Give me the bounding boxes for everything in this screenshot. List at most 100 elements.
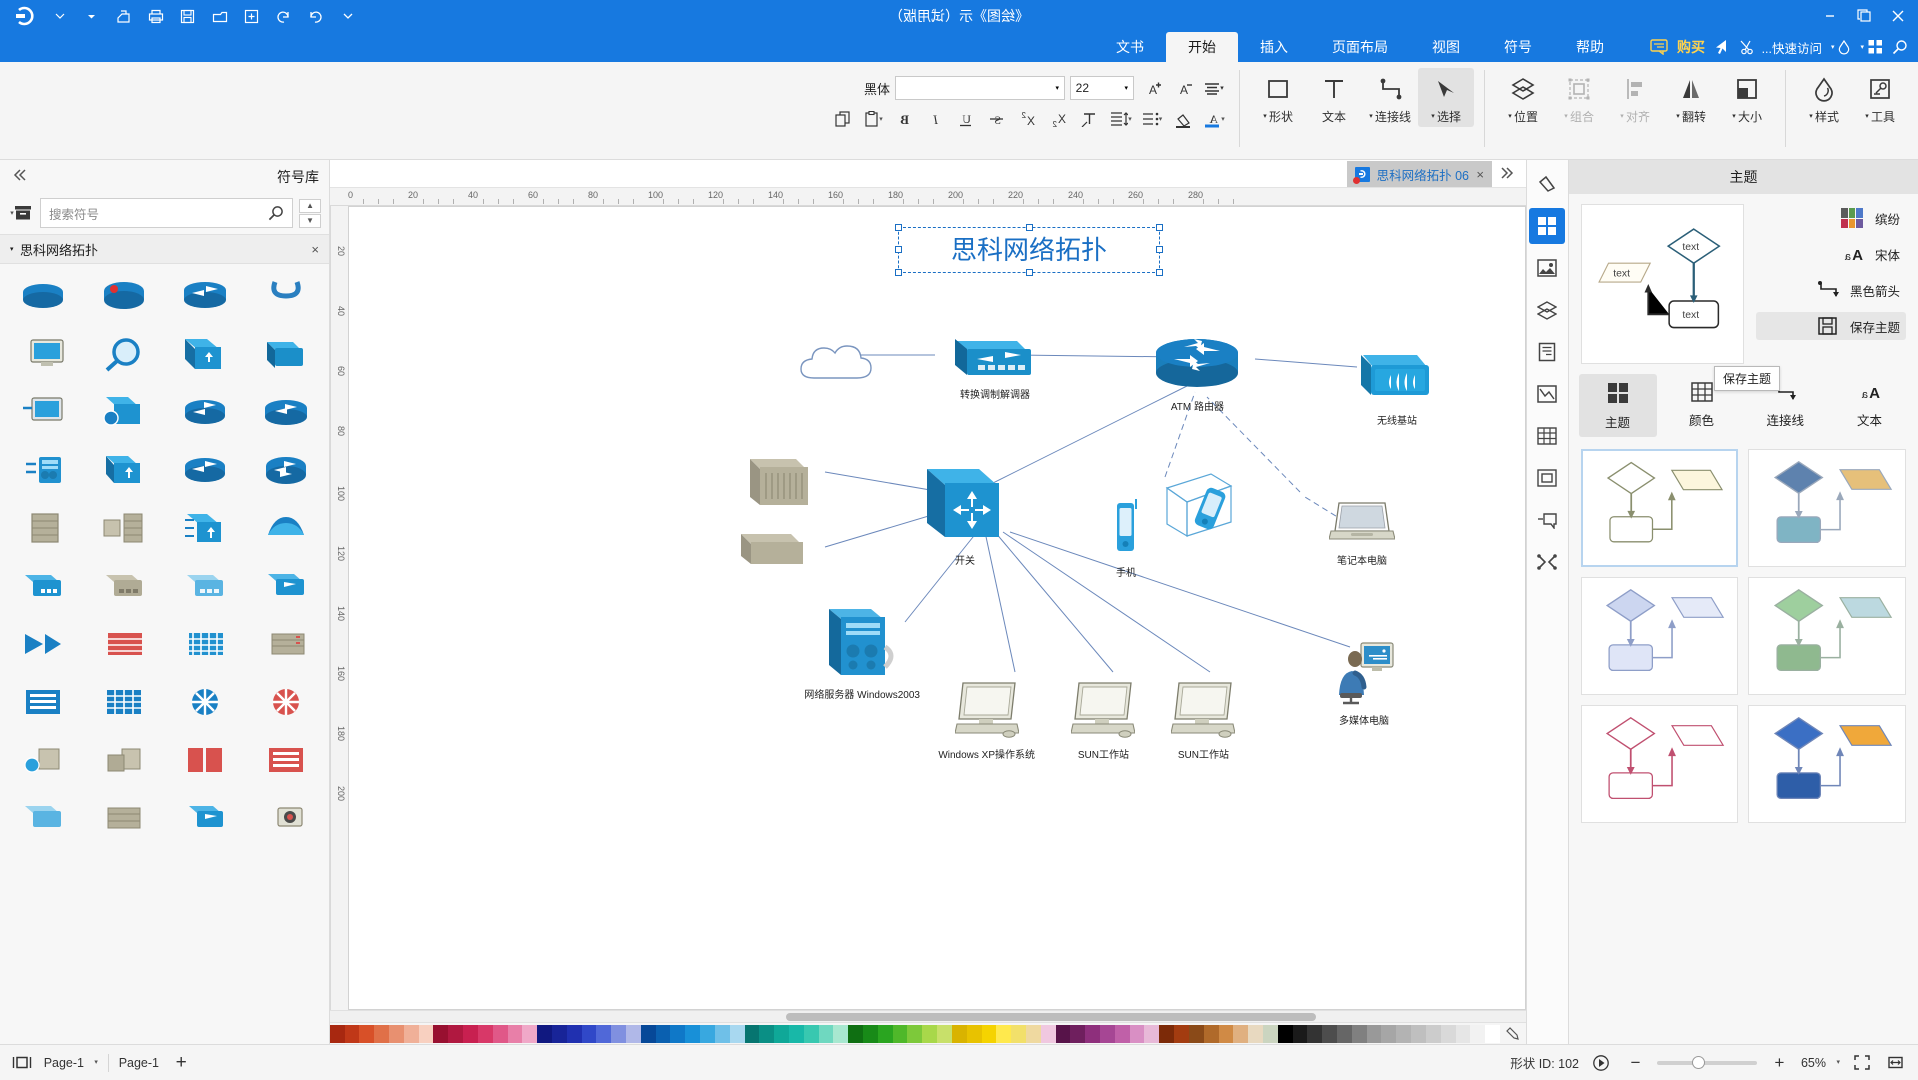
- color-swatch[interactable]: [1277, 1024, 1293, 1043]
- library-header[interactable]: × 思科网络拓扑 ▾: [0, 234, 329, 264]
- zoom-dropdown-icon[interactable]: ▾: [1836, 1059, 1840, 1066]
- list-icon[interactable]: ▾: [1139, 107, 1165, 131]
- clear-format-icon[interactable]: [1077, 107, 1103, 131]
- chevron-down-icon[interactable]: ▾: [1159, 116, 1163, 123]
- eyedropper-icon[interactable]: [1500, 1026, 1526, 1041]
- stencil-item[interactable]: [85, 734, 162, 786]
- color-swatch[interactable]: [1144, 1024, 1160, 1043]
- zoom-out-icon[interactable]: −: [1623, 1051, 1647, 1075]
- archive-icon[interactable]: ▾: [8, 205, 34, 221]
- stencil-item[interactable]: [85, 792, 162, 844]
- chevron-down-icon[interactable]: ▾: [1676, 113, 1680, 120]
- color-swatch[interactable]: [1263, 1024, 1278, 1043]
- stencil-item[interactable]: [248, 270, 325, 322]
- minimize-icon[interactable]: [1820, 6, 1840, 26]
- chevron-down-icon[interactable]: ▾: [1564, 113, 1568, 120]
- ribbon-连接线[interactable]: 连接线 ▾: [1362, 68, 1418, 127]
- diagram-node-rack1[interactable]: [748, 457, 810, 514]
- more-icon[interactable]: ...快速访问: [1762, 38, 1822, 57]
- color-swatch[interactable]: [729, 1024, 745, 1043]
- tab-插入[interactable]: 插入: [1238, 32, 1310, 62]
- scroll-thumb[interactable]: [786, 1013, 1316, 1021]
- theme-card[interactable]: [1581, 705, 1739, 823]
- title-shape[interactable]: 思科网络拓扑: [895, 224, 1163, 276]
- tab-符号[interactable]: 符号: [1482, 32, 1554, 62]
- theme-attr-缤纷[interactable]: 缤纷: [1756, 204, 1906, 232]
- print-icon[interactable]: [146, 6, 166, 26]
- search-nav-spinner[interactable]: ▲ ▼: [299, 198, 321, 228]
- stencil-item[interactable]: [167, 502, 244, 554]
- callout-icon[interactable]: [1530, 502, 1566, 538]
- fit-width-icon[interactable]: [1884, 1051, 1908, 1075]
- page-select-caret-icon[interactable]: ▾: [94, 1059, 98, 1066]
- chevron-down-icon[interactable]: ▾: [1865, 113, 1869, 120]
- customize-icon[interactable]: [338, 6, 358, 26]
- color-swatch[interactable]: [803, 1024, 819, 1043]
- color-swatch[interactable]: [1114, 1024, 1130, 1043]
- stencil-item[interactable]: [4, 270, 81, 322]
- stencil-item[interactable]: [4, 328, 81, 380]
- layers-panel-icon[interactable]: [1530, 292, 1566, 328]
- color-swatch[interactable]: [1055, 1024, 1071, 1043]
- scissors-icon[interactable]: [1737, 39, 1753, 55]
- color-swatch[interactable]: [1188, 1024, 1204, 1043]
- font-color-icon[interactable]: ▾ A: [1201, 107, 1227, 131]
- prev-page-icon[interactable]: [1589, 1051, 1613, 1075]
- theme-attr-保存主题[interactable]: 保存主题: [1756, 312, 1906, 340]
- color-swatch[interactable]: [877, 1024, 893, 1043]
- bold-icon[interactable]: B: [891, 107, 917, 131]
- eraser-icon[interactable]: [1530, 166, 1566, 202]
- close-tab-icon[interactable]: ×: [1476, 167, 1484, 182]
- chevron-down-icon[interactable]: ▾: [1369, 113, 1373, 120]
- color-swatch[interactable]: [626, 1024, 641, 1043]
- diagram-node-server[interactable]: 网络服务器 Windows2003: [804, 607, 920, 701]
- color-swatch[interactable]: [714, 1024, 730, 1043]
- color-swatch[interactable]: [774, 1024, 789, 1043]
- color-swatch[interactable]: [892, 1024, 908, 1043]
- color-swatch[interactable]: [1248, 1024, 1263, 1043]
- comment-icon[interactable]: [1649, 39, 1668, 55]
- search-icon[interactable]: [1892, 39, 1908, 55]
- stencil-item[interactable]: [248, 734, 325, 786]
- color-swatch[interactable]: [951, 1024, 967, 1043]
- color-swatch[interactable]: [1040, 1024, 1056, 1043]
- color-swatch[interactable]: [1455, 1024, 1471, 1043]
- color-swatch[interactable]: [1026, 1024, 1041, 1043]
- color-swatch[interactable]: [655, 1024, 671, 1043]
- stencil-item[interactable]: [167, 444, 244, 496]
- color-swatch[interactable]: [581, 1024, 597, 1043]
- document-tab[interactable]: × 思科网络拓扑 06: [1347, 161, 1492, 187]
- tab-视图[interactable]: 视图: [1410, 32, 1482, 62]
- undo-icon[interactable]: [274, 6, 294, 26]
- theme-card[interactable]: [1581, 577, 1739, 695]
- color-swatch[interactable]: [744, 1024, 760, 1043]
- theme-card[interactable]: [1748, 449, 1906, 567]
- color-swatch[interactable]: [907, 1024, 923, 1043]
- stencil-item[interactable]: [85, 502, 162, 554]
- diagram-node-mobile[interactable]: 手机: [1112, 497, 1140, 579]
- stencil-item[interactable]: [167, 560, 244, 612]
- diagram-node-pc1[interactable]: SUN工作站: [1170, 677, 1236, 761]
- color-swatch[interactable]: [611, 1024, 627, 1043]
- color-swatch[interactable]: [1233, 1024, 1249, 1043]
- diagram-page[interactable]: 思科网络拓扑 无线基站 ATM 路由器 转换调制解调器 笔记本电脑 手机 开关 …: [348, 206, 1526, 1010]
- ribbon-文本[interactable]: 文本: [1306, 68, 1362, 127]
- shuffle-icon[interactable]: [1530, 544, 1566, 580]
- stencil-item[interactable]: [248, 444, 325, 496]
- diagram-node-rack2[interactable]: [739, 532, 805, 575]
- italic-icon[interactable]: I: [922, 107, 948, 131]
- color-swatch[interactable]: [759, 1024, 775, 1043]
- color-swatch[interactable]: [1411, 1024, 1426, 1043]
- diagram-node-coreswitch[interactable]: 开关: [925, 467, 1005, 567]
- chevron-down-icon[interactable]: ▾: [1809, 113, 1813, 120]
- search-prev-icon[interactable]: ▲: [299, 198, 321, 213]
- color-swatch[interactable]: [359, 1024, 375, 1043]
- tab-开始[interactable]: 开始: [1165, 32, 1238, 62]
- color-swatch[interactable]: [1337, 1024, 1352, 1043]
- color-swatch[interactable]: [789, 1024, 804, 1043]
- theme-tab-文本[interactable]: Aa 文本: [1830, 374, 1908, 437]
- color-swatch[interactable]: [1085, 1024, 1101, 1043]
- chevron-down-icon[interactable]: ▾: [1221, 116, 1225, 123]
- page-tab[interactable]: Page-1: [119, 1056, 159, 1070]
- stencil-item[interactable]: [85, 618, 162, 670]
